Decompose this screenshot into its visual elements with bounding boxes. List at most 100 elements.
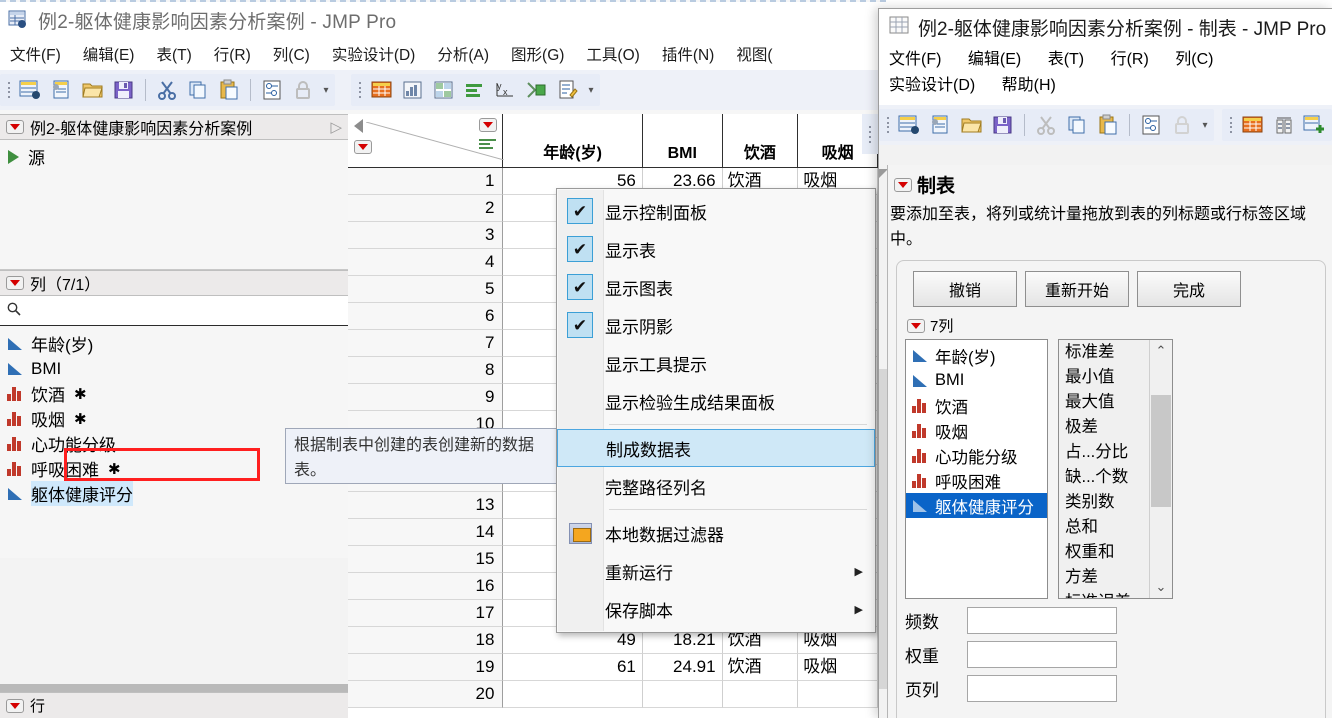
f-menu-file[interactable]: 文件(F)	[889, 47, 941, 73]
row-number-cell[interactable]: 16	[348, 573, 503, 600]
context-menu-item[interactable]: 显示工具提示	[557, 344, 875, 382]
menu-edit[interactable]: 编辑(E)	[83, 43, 135, 65]
rows-menu-red-triangle-icon[interactable]	[354, 140, 372, 154]
row-number-cell[interactable]: 5	[348, 276, 503, 303]
context-menu-item[interactable]: 显示表	[557, 230, 875, 268]
paste-icon[interactable]	[215, 76, 243, 104]
f-toolbar-grip-icon[interactable]	[885, 114, 890, 136]
toolbar-grip-icon[interactable]	[6, 79, 11, 101]
row-number-cell[interactable]: 3	[348, 222, 503, 249]
f-tabulate-icon[interactable]	[1239, 111, 1267, 139]
f-toolbar-group-analyze[interactable]	[1222, 109, 1332, 141]
menu-file[interactable]: 文件(F)	[10, 43, 61, 65]
column-info-icon[interactable]	[258, 76, 286, 104]
submenu-arrow-icon[interactable]: ▶	[855, 603, 863, 616]
f-save-icon[interactable]	[989, 111, 1017, 139]
column-item-6[interactable]: 躯体健康评分	[0, 481, 348, 506]
context-menu-item[interactable]: 显示控制面板	[557, 192, 875, 230]
row-number-cell[interactable]: 18	[348, 627, 503, 654]
menu-tools[interactable]: 工具(O)	[586, 43, 639, 65]
table-cell[interactable]: 61	[503, 654, 642, 681]
table-row[interactable]: 20	[348, 681, 878, 708]
front-column-item[interactable]: BMI	[906, 368, 1047, 393]
row-number-cell[interactable]: 8	[348, 357, 503, 384]
page-column-field-row[interactable]: 页列	[905, 675, 1317, 702]
f-column-info-icon[interactable]	[1137, 111, 1165, 139]
table-scripts-box[interactable]: 源	[0, 140, 348, 270]
tabulate-checkboxes[interactable]: 包含分组列的缺失值 按分组列数排序	[905, 709, 1317, 718]
front-column-item[interactable]: 呼吸困难	[906, 468, 1047, 493]
checkbox[interactable]	[567, 198, 593, 224]
page-column-input[interactable]	[967, 675, 1117, 702]
weight-field-row[interactable]: 权重	[905, 641, 1317, 668]
f-new-script-icon[interactable]	[927, 111, 955, 139]
new-data-table-icon[interactable]	[17, 76, 45, 104]
back-window-toolbar[interactable]: ▾ yx	[0, 70, 886, 110]
tabulate-panel-header[interactable]: 制表	[888, 165, 1332, 202]
grid-corner-cell[interactable]	[348, 114, 503, 167]
scroll-down-icon[interactable]: ⌄	[1150, 576, 1172, 598]
f-new-column-icon[interactable]	[1301, 111, 1329, 139]
grid-header-2[interactable]: 饮酒	[723, 114, 799, 167]
column-item-2[interactable]: 饮酒 ✱	[0, 381, 348, 406]
row-number-cell[interactable]: 6	[348, 303, 503, 330]
statistics-list[interactable]: 标准差最小值最大值极差占...分比缺...个数类别数总和权重和方差标准误差 ⌃ …	[1058, 339, 1173, 599]
search-icon[interactable]	[6, 301, 22, 321]
menu-cols[interactable]: 列(C)	[273, 43, 310, 65]
checkmark-icon[interactable]	[557, 236, 603, 262]
f-lock-icon[interactable]	[1168, 111, 1196, 139]
copy-icon[interactable]	[184, 76, 212, 104]
menu-graph[interactable]: 图形(G)	[511, 43, 564, 65]
f-toolbar-group-file[interactable]: ▾	[879, 109, 1214, 141]
front-columns-header[interactable]: 7列	[905, 315, 1317, 336]
table-left-panel[interactable]: 例2-躯体健康影响因素分析案例 ▷ 源 列（7/1）	[0, 114, 348, 718]
row-number-cell[interactable]: 20	[348, 681, 503, 708]
tabulate-fields[interactable]: 频数 权重 页列	[905, 599, 1317, 702]
table-cell[interactable]: 饮酒	[723, 654, 799, 681]
row-number-cell[interactable]: 1	[348, 168, 503, 195]
toolbar-overflow-icon[interactable]: ▾	[320, 85, 332, 96]
fit-y-by-x-icon[interactable]	[430, 76, 458, 104]
restart-button[interactable]: 重新开始	[1025, 271, 1129, 307]
row-number-cell[interactable]: 4	[348, 249, 503, 276]
statistics-scrollbar[interactable]: ⌃ ⌄	[1149, 340, 1172, 598]
freq-input[interactable]	[967, 607, 1117, 634]
scroll-up-icon[interactable]: ⌃	[1150, 340, 1172, 362]
context-menu-item[interactable]: 重新运行▶	[557, 552, 875, 590]
back-window-menubar[interactable]: 文件(F) 编辑(E) 表(T) 行(R) 列(C) 实验设计(D) 分析(A)…	[0, 38, 886, 70]
menu-rows[interactable]: 行(R)	[214, 43, 251, 65]
row-number-cell[interactable]: 2	[348, 195, 503, 222]
open-folder-icon[interactable]	[79, 76, 107, 104]
tabulate-red-triangle-icon[interactable]	[894, 178, 912, 192]
tabulate-window[interactable]: 例2-躯体健康影响因素分析案例 - 制表 - JMP Pro 文件(F) 编辑(…	[878, 8, 1332, 718]
edit-script-icon[interactable]	[554, 76, 582, 104]
f-new-data-table-icon[interactable]	[896, 111, 924, 139]
f-toolbar-overflow-icon[interactable]: ▾	[1199, 120, 1211, 131]
f-toolbar-grip2-icon[interactable]	[1228, 114, 1233, 136]
column-item-0[interactable]: 年龄(岁)	[0, 331, 348, 356]
row-number-cell[interactable]: 13	[348, 492, 503, 519]
context-menu-item[interactable]: 显示阴影	[557, 306, 875, 344]
front-vertical-scrollbar[interactable]	[879, 369, 887, 689]
rows-panel-header[interactable]: 行	[0, 692, 348, 718]
freq-field-row[interactable]: 频数	[905, 607, 1317, 634]
fit-model-icon[interactable]: yx	[492, 76, 520, 104]
f-copy-icon[interactable]	[1063, 111, 1091, 139]
checkbox[interactable]	[567, 274, 593, 300]
vertical-toolbar-grip[interactable]	[862, 114, 878, 154]
weight-input[interactable]	[967, 641, 1117, 668]
context-menu-item[interactable]: 制成数据表	[557, 429, 875, 467]
toolbar-group-file[interactable]: ▾	[0, 74, 335, 106]
scrollbar-thumb[interactable]	[1151, 395, 1171, 507]
save-icon[interactable]	[110, 76, 138, 104]
columns-panel-header[interactable]: 列（7/1）	[0, 270, 348, 296]
row-number-cell[interactable]: 7	[348, 330, 503, 357]
context-menu-item[interactable]: 显示检验生成结果面板	[557, 382, 875, 420]
f-menu-help[interactable]: 帮助(H)	[1002, 73, 1056, 99]
distribution-icon[interactable]	[399, 76, 427, 104]
f-paste-icon[interactable]	[1094, 111, 1122, 139]
tabulate-icon[interactable]	[368, 76, 396, 104]
cut-icon[interactable]	[153, 76, 181, 104]
script-item-source[interactable]: 源	[0, 140, 348, 169]
table-row[interactable]: 196124.91饮酒吸烟	[348, 654, 878, 681]
